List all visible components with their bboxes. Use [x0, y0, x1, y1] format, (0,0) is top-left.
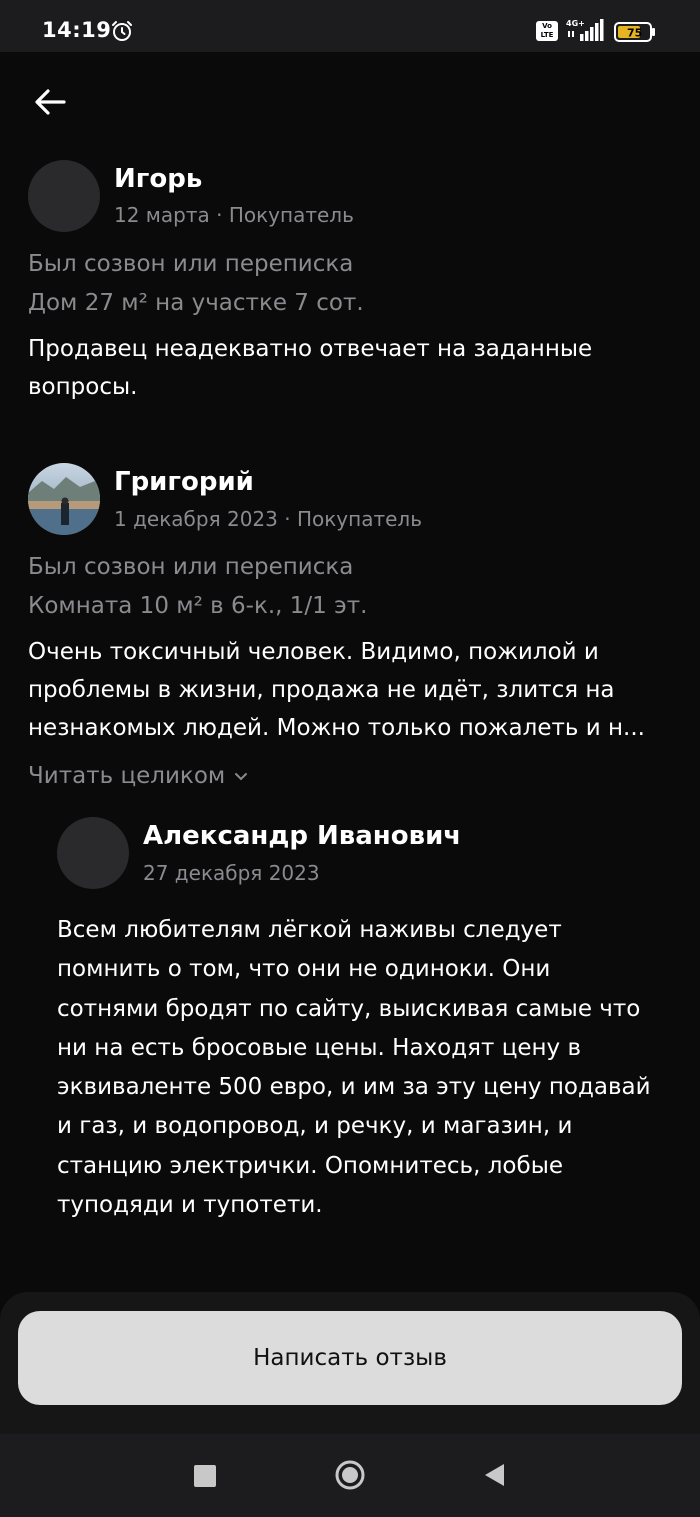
battery-level: 75	[627, 27, 642, 40]
read-more-label: Читать целиком	[28, 763, 226, 789]
avatar[interactable]	[57, 817, 129, 889]
alarm-clock-icon	[112, 21, 132, 41]
review-text-line: проблемы в жизни, продажа не идёт, злитс…	[28, 677, 615, 703]
battery-icon: 75	[614, 22, 655, 42]
reply-text-line: и газ, и водопровод, и речку, и магазин,…	[57, 1113, 573, 1140]
reply-text-line: эквиваленте 500 евро, и им за эту цену п…	[57, 1074, 651, 1101]
home-icon[interactable]	[333, 1458, 367, 1492]
nav-back-icon[interactable]	[482, 1462, 506, 1488]
review-meta: 1 декабря 2023 · Покупатель	[114, 507, 422, 531]
review-text-line: Очень токсичный человек. Видимо, пожилой…	[28, 639, 599, 665]
reply-text-line: ни на есть бросовые цены. Находят цену в	[57, 1034, 582, 1061]
review-text-line: незнакомых людей. Можно только пожалеть …	[28, 715, 645, 741]
review-text: Продавец неадекватно отвечает на заданны…	[28, 330, 678, 406]
review-listing[interactable]: Дом 27 м² на участке 7 сот.	[28, 290, 364, 316]
back-arrow-icon[interactable]	[30, 84, 70, 120]
reply-text: Всем любителям лёгкой наживы следует пом…	[57, 911, 687, 1225]
chevron-down-icon	[234, 773, 247, 781]
recent-apps-icon[interactable]	[194, 1465, 216, 1487]
review-listing[interactable]: Комната 10 м² в 6-к., 1/1 эт.	[28, 593, 367, 619]
reply-date: 27 декабря 2023	[143, 861, 320, 885]
write-review-button[interactable]: Написать отзыв	[18, 1311, 682, 1405]
review-author[interactable]: Григорий	[114, 467, 254, 497]
volte-icon: Vo LTE	[536, 21, 558, 41]
status-time: 14:19	[42, 18, 112, 42]
reply-text-line: помнить о том, что они не одиноки. Они	[57, 956, 551, 983]
avatar[interactable]	[28, 160, 100, 232]
status-bar: 14:19 Vo LTE 4G+ 75	[0, 0, 700, 52]
review-text-line: Продавец неадекватно отвечает на заданны…	[28, 336, 593, 362]
review-text-line: вопросы.	[28, 374, 138, 400]
review-author[interactable]: Игорь	[114, 164, 202, 194]
reply-text-line: Всем любителям лёгкой наживы следует	[57, 917, 562, 943]
review-contact-type: Был созвон или переписка	[28, 554, 354, 580]
review-text: Очень токсичный человек. Видимо, пожилой…	[28, 633, 678, 747]
network-type: 4G+	[566, 19, 585, 28]
review-contact-type: Был созвон или переписка	[28, 251, 354, 277]
avatar[interactable]	[28, 463, 100, 535]
avatar-photo	[28, 463, 100, 535]
reply-text-line: туподяди и тупотети.	[57, 1192, 323, 1219]
reply-text-line: станцию электрички. Опомнитесь, лобые	[57, 1152, 563, 1179]
reply-text-line: сотнями бродят по сайту, выискивая самые…	[57, 995, 641, 1022]
reply-author[interactable]: Александр Иванович	[143, 821, 461, 851]
review-meta: 12 марта · Покупатель	[114, 203, 354, 227]
read-more-link[interactable]: Читать целиком	[28, 763, 249, 789]
signal-icon: 4G+	[566, 19, 604, 41]
